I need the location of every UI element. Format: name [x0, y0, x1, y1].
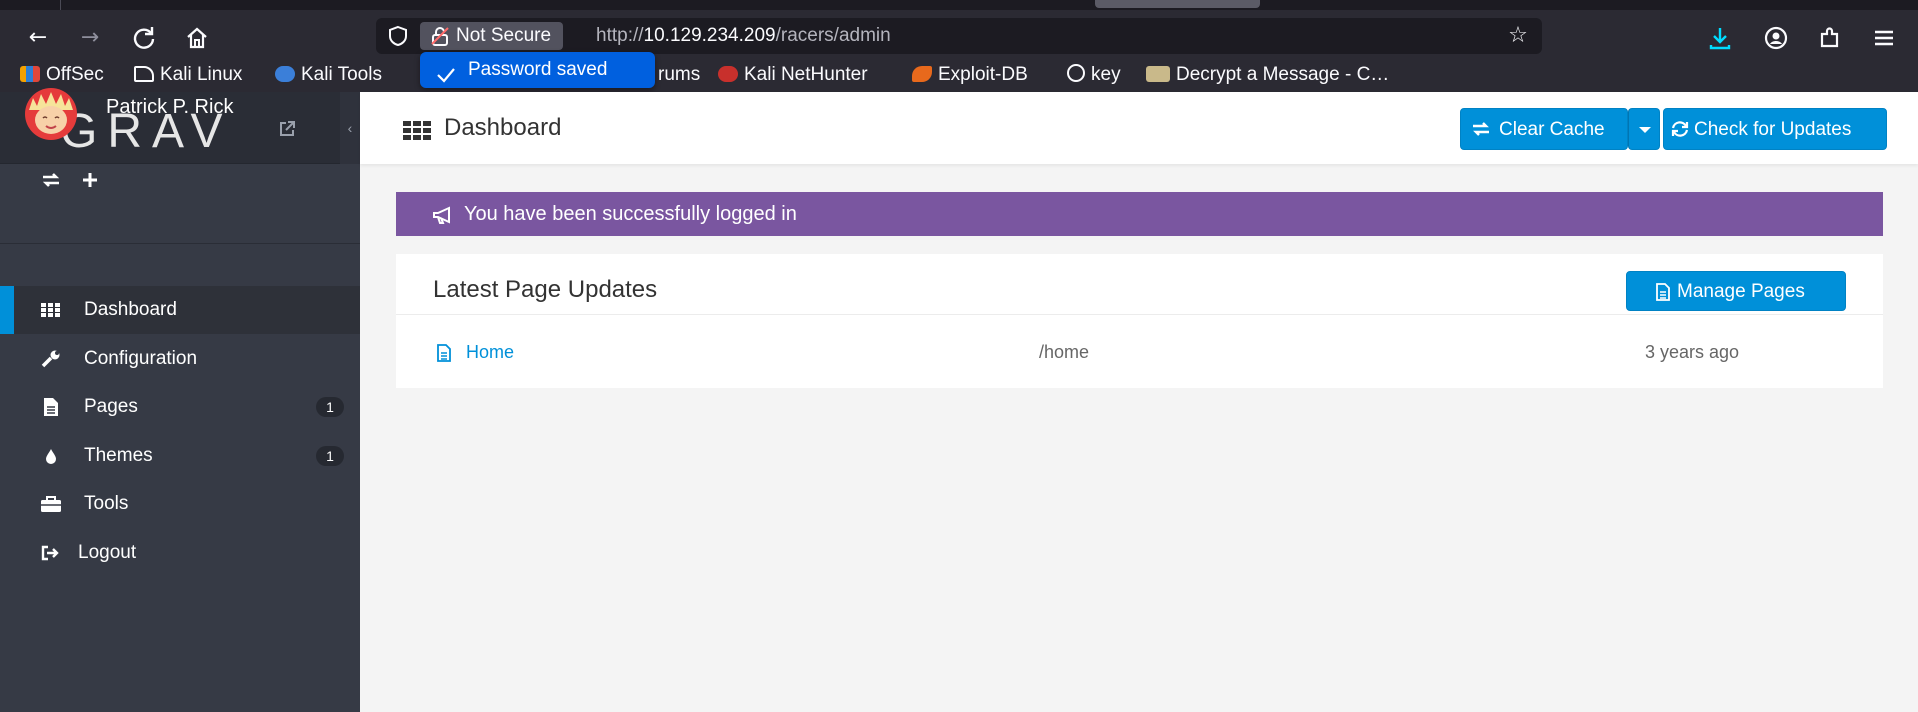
sidebar-item-label: Tools	[84, 493, 129, 514]
refresh-icon	[1471, 120, 1491, 138]
active-tab-indicator[interactable]	[1095, 0, 1260, 8]
not-secure-label: Not Secure	[456, 25, 552, 46]
clear-cache-dropdown[interactable]	[1628, 108, 1660, 150]
wrench-icon	[40, 349, 62, 369]
pages-count-badge: 1	[316, 397, 344, 417]
toolbar: ← → Not Secure http://10.129.234.209/rac…	[0, 10, 1918, 60]
clear-cache-label: Clear Cache	[1499, 119, 1605, 140]
tab-strip	[0, 0, 1918, 10]
bullhorn-icon	[432, 205, 456, 225]
bookmark-offsec[interactable]: OffSec	[20, 60, 104, 90]
bookmark-kali-nethunter[interactable]: Kali NetHunter	[718, 60, 868, 90]
sidebar-item-configuration[interactable]: Configuration	[0, 335, 360, 383]
bookmark-key[interactable]: key	[1067, 60, 1121, 90]
page-updated-date: 3 years ago	[1645, 342, 1740, 362]
sidebar-item-label: Configuration	[84, 348, 198, 369]
dashboard-grid-icon	[40, 300, 62, 320]
sync-icon	[1670, 120, 1690, 138]
external-link-icon[interactable]	[278, 120, 296, 138]
nethunter-icon	[718, 66, 738, 82]
kali-icon	[134, 66, 154, 82]
hamburger-menu-icon[interactable]	[1870, 24, 1898, 52]
globe-icon	[1067, 64, 1085, 82]
active-indicator	[0, 286, 14, 334]
url-bar[interactable]: Not Secure http://10.129.234.209/racers/…	[376, 18, 1542, 54]
manage-pages-label: Manage Pages	[1677, 281, 1805, 302]
card-divider	[396, 314, 1883, 315]
exploitdb-icon	[912, 66, 932, 82]
tab-divider	[60, 0, 61, 10]
home-icon[interactable]	[183, 24, 211, 52]
checkmark-icon	[436, 61, 456, 83]
file-text-icon	[1653, 283, 1673, 301]
latest-page-updates-card: Latest Page Updates Manage Pages Home /h…	[396, 254, 1883, 388]
bookmark-kali-linux[interactable]: Kali Linux	[134, 60, 242, 90]
page-route: /home	[1039, 342, 1090, 362]
download-icon[interactable]	[1706, 24, 1734, 52]
account-icon[interactable]	[1762, 24, 1790, 52]
shield-icon[interactable]	[386, 24, 410, 48]
bookmark-kali-tools[interactable]: Kali Tools	[275, 60, 382, 90]
themes-count-badge: 1	[316, 446, 344, 466]
sidebar-item-label: Themes	[84, 445, 153, 466]
bookmark-forums[interactable]: rums	[658, 60, 700, 90]
bookmark-star-icon[interactable]: ☆	[1506, 24, 1530, 48]
page-header: Dashboard Clear Cache Check for Updates	[360, 92, 1918, 164]
avatar[interactable]	[15, 88, 87, 140]
sidebar-item-label: Logout	[78, 542, 137, 563]
file-icon	[40, 397, 62, 417]
page-link-home[interactable]: Home	[466, 342, 514, 363]
password-saved-label: Password saved	[468, 59, 608, 80]
url-prefix: http://	[596, 25, 644, 46]
alert-message: You have been successfully logged in	[464, 203, 797, 225]
url-host: 10.129.234.209	[643, 25, 776, 46]
decrypt-icon	[1146, 66, 1170, 82]
sidebar-item-logout[interactable]: Logout	[0, 529, 360, 577]
sidebar-item-label: Pages	[84, 396, 138, 417]
check-for-updates-button[interactable]: Check for Updates	[1663, 108, 1887, 150]
reload-icon[interactable]	[130, 24, 158, 52]
sidebar-collapse-button[interactable]: ‹	[340, 92, 360, 164]
back-arrow-icon[interactable]: ←	[24, 24, 52, 52]
droplet-icon	[40, 446, 62, 466]
sidebar-item-themes[interactable]: Themes 1	[0, 432, 360, 480]
password-saved-toast[interactable]: Password saved	[420, 52, 655, 88]
dashboard-grid-icon	[402, 120, 432, 140]
card-title: Latest Page Updates	[433, 276, 658, 303]
briefcase-icon	[40, 494, 62, 514]
check-updates-label: Check for Updates	[1694, 119, 1852, 140]
bookmark-exploit-db[interactable]: Exploit-DB	[912, 60, 1028, 90]
caret-down-icon	[1635, 121, 1655, 139]
extensions-icon[interactable]	[1816, 24, 1844, 52]
not-secure-badge[interactable]: Not Secure	[420, 22, 564, 50]
sign-out-icon	[40, 543, 62, 563]
file-text-icon	[436, 343, 452, 363]
forward-arrow-icon[interactable]: →	[76, 24, 104, 52]
quick-add-icon[interactable]	[80, 170, 100, 194]
url-path: /racers/admin	[775, 25, 891, 46]
page-title: Dashboard	[444, 114, 562, 141]
clear-cache-button[interactable]: Clear Cache	[1460, 108, 1628, 150]
bookmarks-bar: OffSec Kali Linux Kali Tools rums Kali N…	[0, 64, 1918, 92]
sidebar-item-tools[interactable]: Tools	[0, 480, 360, 528]
quick-refresh-icon[interactable]	[40, 170, 62, 194]
sidebar-item-label: Dashboard	[84, 299, 177, 320]
sidebar-item-pages[interactable]: Pages 1	[0, 383, 360, 431]
offsec-icon	[20, 66, 40, 82]
sidebar-item-dashboard[interactable]: Dashboard	[0, 286, 360, 334]
user-name[interactable]: Patrick P. Rick	[106, 96, 233, 119]
url-text[interactable]: http://10.129.234.209/racers/admin	[596, 18, 891, 54]
kali-tools-icon	[275, 66, 295, 82]
manage-pages-button[interactable]: Manage Pages	[1626, 271, 1846, 311]
login-success-alert: You have been successfully logged in	[396, 192, 1883, 236]
bookmark-decrypt[interactable]: Decrypt a Message - C…	[1146, 60, 1389, 90]
broken-lock-icon	[430, 26, 450, 46]
